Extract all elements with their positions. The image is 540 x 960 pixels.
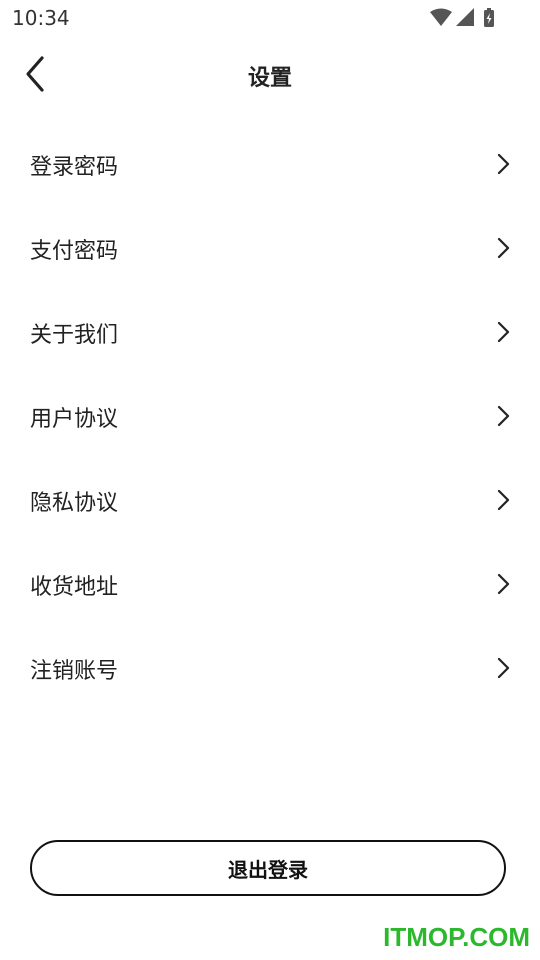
status-icons	[428, 8, 498, 28]
menu-item-delete-account[interactable]: 注销账号	[0, 625, 540, 709]
chevron-right-icon	[497, 657, 510, 679]
menu-item-login-password[interactable]: 登录密码	[0, 121, 540, 205]
watermark: ITMOP.COM	[383, 922, 530, 952]
settings-menu: 登录密码 支付密码 关于我们 用户协议 隐私协议 收货地址 注销账号	[0, 121, 540, 709]
menu-item-label: 注销账号	[30, 659, 119, 684]
logout-button[interactable]: 退出登录	[30, 840, 506, 896]
status-time: 10:34	[12, 6, 70, 30]
menu-item-label: 用户协议	[30, 407, 119, 432]
signal-icon	[456, 8, 474, 26]
menu-item-about-us[interactable]: 关于我们	[0, 289, 540, 373]
menu-item-label: 收货地址	[30, 575, 119, 600]
battery-icon	[484, 8, 494, 27]
menu-item-privacy-agreement[interactable]: 隐私协议	[0, 457, 540, 541]
status-bar: 10:34	[0, 0, 540, 36]
menu-item-payment-password[interactable]: 支付密码	[0, 205, 540, 289]
chevron-right-icon	[497, 321, 510, 343]
chevron-right-icon	[497, 489, 510, 511]
menu-item-label: 隐私协议	[30, 491, 119, 516]
chevron-right-icon	[497, 573, 510, 595]
chevron-right-icon	[497, 237, 510, 259]
wifi-icon	[430, 8, 452, 26]
chevron-right-icon	[497, 153, 510, 175]
menu-item-label: 支付密码	[30, 239, 119, 264]
logout-label: 退出登录	[228, 857, 308, 882]
page-title: 设置	[247, 66, 292, 91]
menu-item-user-agreement[interactable]: 用户协议	[0, 373, 540, 457]
nav-bar: 设置	[0, 44, 540, 104]
menu-item-shipping-address[interactable]: 收货地址	[0, 541, 540, 625]
chevron-right-icon	[497, 405, 510, 427]
menu-item-label: 关于我们	[30, 323, 119, 348]
menu-item-label: 登录密码	[30, 155, 119, 180]
